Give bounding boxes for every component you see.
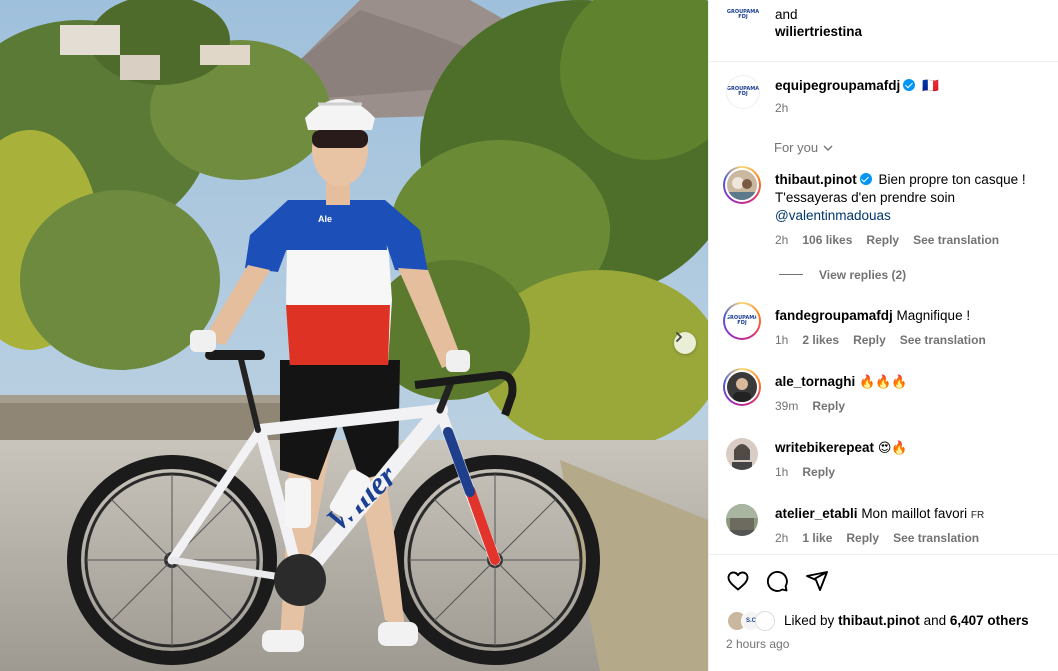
replies-line — [779, 274, 803, 275]
comment-time[interactable]: 1h — [775, 465, 788, 479]
author-username[interactable]: equipegroupamafdj — [775, 78, 900, 93]
divider — [709, 61, 1058, 62]
commenter-avatar[interactable] — [723, 166, 761, 204]
comment-icon[interactable] — [765, 569, 789, 593]
comment-text: 🔥🔥🔥 — [859, 374, 908, 389]
comment-likes[interactable]: 2 likes — [802, 333, 839, 347]
comment-likes[interactable]: 1 like — [802, 531, 832, 545]
next-photo-button[interactable] — [674, 332, 696, 354]
chevron-down-icon — [823, 145, 833, 151]
comment-reply-button[interactable]: Reply — [802, 465, 835, 479]
comment-likes[interactable]: 106 likes — [802, 233, 852, 247]
likes-others-link[interactable]: 6,407 others — [950, 613, 1029, 628]
comment-time[interactable]: 2h — [775, 233, 788, 247]
liked-by-avatars[interactable]: S.C — [727, 611, 775, 631]
author-avatar[interactable]: GROUPAMA FDJ — [726, 75, 760, 109]
verified-badge-icon — [859, 173, 872, 185]
comments-panel: GROUPAMA FDJ and wiliertriestina GROUPAMA… — [708, 0, 1058, 671]
profile-photo-icon — [732, 444, 752, 470]
comment-reply-button[interactable]: Reply — [846, 531, 879, 545]
team-logo-icon: GROUPAMA FDJ — [726, 0, 760, 30]
comment-time[interactable]: 1h — [775, 333, 788, 347]
caption-author-avatar[interactable]: GROUPAMA FDJ — [726, 0, 760, 30]
comment-body: thibaut.pinot Bien propre ton casque ! T… — [775, 171, 1045, 225]
comment-username[interactable]: thibaut.pinot — [775, 172, 857, 187]
post-photo[interactable]: Wilier Ale — [0, 0, 708, 671]
profile-photo-icon — [726, 504, 758, 536]
heart-icon[interactable] — [726, 569, 750, 593]
commenter-avatar[interactable] — [726, 504, 758, 536]
helmet-brand-text: Ale — [318, 214, 332, 224]
comment-reply-button[interactable]: Reply — [866, 233, 899, 247]
commenter-avatar[interactable] — [723, 368, 761, 406]
view-replies-button[interactable]: View replies (2) — [819, 268, 906, 282]
see-translation-button[interactable]: See translation — [900, 333, 986, 347]
comment-language-tag: FR — [970, 510, 985, 521]
comment-reply-button[interactable]: Reply — [853, 333, 886, 347]
comment-sort-label: For you — [774, 140, 819, 155]
comment-text: Bien propre ton casque ! — [878, 172, 1026, 187]
comment-text: Mon maillot favori — [861, 506, 968, 521]
comment-text: 😍🔥 — [877, 440, 908, 455]
comment-sort-dropdown[interactable]: For you — [774, 139, 834, 157]
likes-prefix: Liked by — [784, 613, 835, 628]
cyclist-photo: Wilier Ale — [0, 0, 708, 671]
likes-middle: and — [923, 613, 947, 628]
comment-username[interactable]: writebikerepeat — [775, 440, 874, 455]
comment-time[interactable]: 2h — [775, 531, 788, 545]
see-translation-button[interactable]: See translation — [913, 233, 999, 247]
share-icon[interactable] — [805, 569, 829, 593]
comment-username[interactable]: atelier_etabli — [775, 506, 858, 521]
comment-mention-link[interactable]: @valentinmadouas — [775, 208, 891, 223]
comment-username[interactable]: ale_tornaghi — [775, 374, 855, 389]
divider — [709, 554, 1058, 555]
verified-badge-icon — [903, 79, 916, 91]
caption-tail-line1: and — [775, 7, 798, 22]
chevron-right-icon — [676, 332, 682, 342]
author-post-time[interactable]: 2h — [775, 101, 788, 115]
comment-text-line2: T'essayeras d'en prendre soin — [775, 190, 956, 205]
likes-summary: Liked by thibaut.pinot and 6,407 others — [784, 612, 1029, 630]
comment-text: Magnifique ! — [896, 308, 971, 323]
comment-username[interactable]: fandegroupamafdj — [775, 308, 893, 323]
commenter-avatar[interactable]: GROUPAMA FDJ — [723, 302, 761, 340]
comment-reply-button[interactable]: Reply — [812, 399, 845, 413]
team-logo-icon: GROUPAMA FDJ — [727, 76, 759, 108]
likes-user-link[interactable]: thibaut.pinot — [838, 613, 920, 628]
team-logo-icon: GROUPAMA FDJ — [725, 304, 759, 338]
caption-mention-wilier[interactable]: wiliertriestina — [775, 23, 862, 41]
commenter-avatar[interactable] — [726, 438, 758, 470]
see-translation-button[interactable]: See translation — [893, 531, 979, 545]
author-flag: 🇫🇷 — [922, 78, 939, 93]
comment-time[interactable]: 39m — [775, 399, 798, 413]
post-timestamp[interactable]: 2 hours ago — [726, 637, 789, 651]
liker-avatar — [755, 611, 775, 631]
